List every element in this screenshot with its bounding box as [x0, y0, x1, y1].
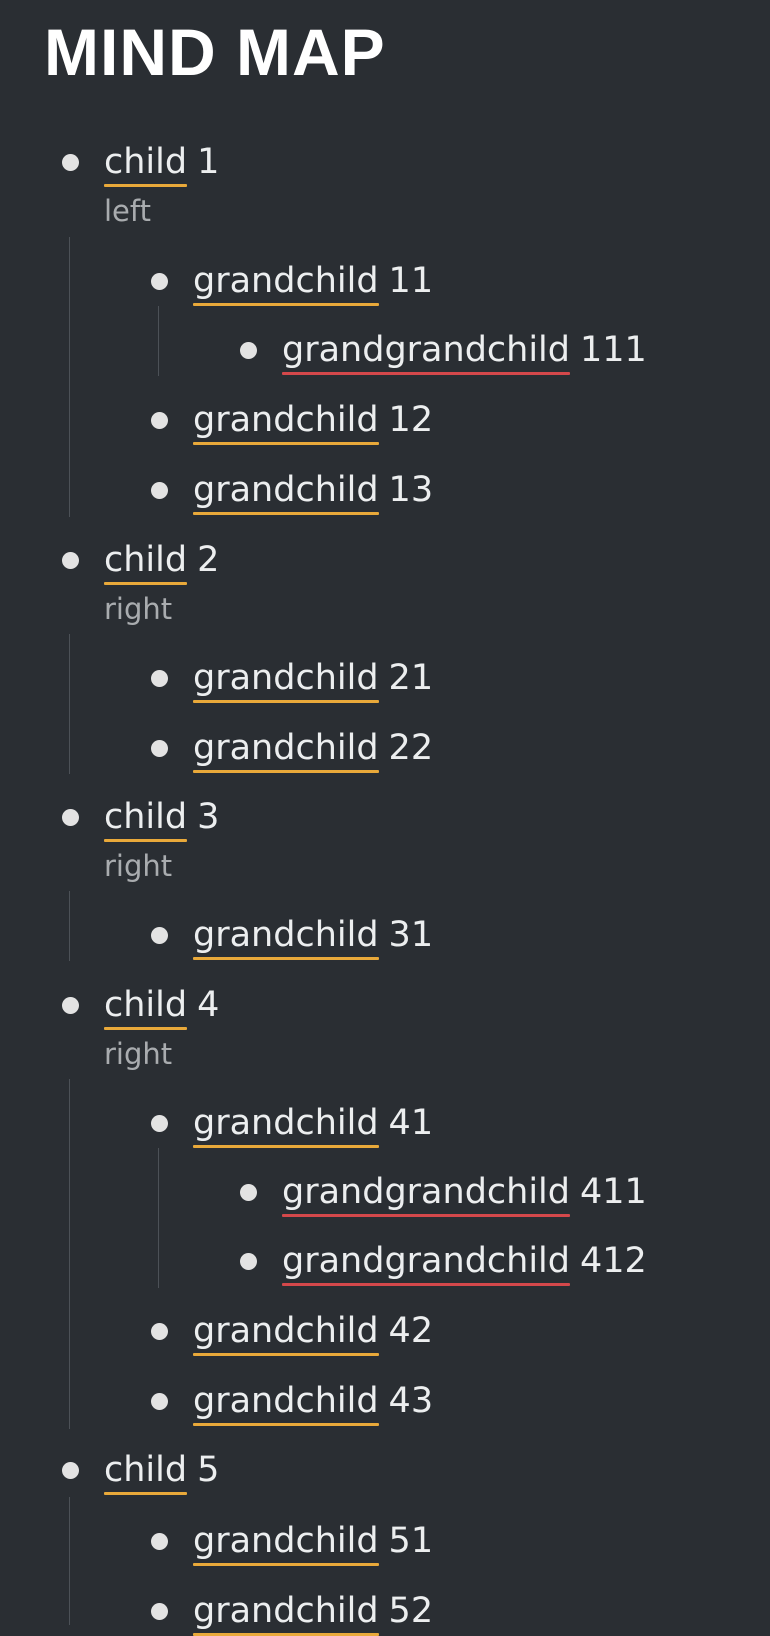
- node-number: 43: [388, 1381, 434, 1421]
- node-word: grandgrandchild: [282, 1168, 570, 1217]
- node-word: child: [104, 981, 188, 1030]
- tree-node[interactable]: child 1: [62, 138, 220, 187]
- node-number: 42: [388, 1311, 434, 1351]
- bullet-icon: [240, 1253, 257, 1270]
- tree-node[interactable]: grandchild 51: [151, 1517, 434, 1566]
- node-number: 411: [580, 1172, 647, 1212]
- tree-node[interactable]: grandchild 11: [151, 257, 434, 306]
- node-word: grandchild: [193, 911, 379, 960]
- bullet-icon: [151, 1393, 168, 1410]
- bullet-icon: [151, 1115, 168, 1132]
- tree-node[interactable]: child 2: [62, 536, 220, 585]
- tree-node[interactable]: grandchild 12: [151, 396, 434, 445]
- bullet-icon: [151, 670, 168, 687]
- node-word: grandgrandchild: [282, 1237, 570, 1286]
- bullet-icon: [62, 997, 79, 1014]
- tree-node[interactable]: grandchild 43: [151, 1377, 434, 1426]
- tree-node[interactable]: grandchild 21: [151, 654, 434, 703]
- guide-line-child-5: [69, 1497, 70, 1625]
- bullet-icon: [151, 412, 168, 429]
- node-word: grandchild: [193, 1377, 379, 1426]
- bullet-icon: [151, 1323, 168, 1340]
- node-number: 21: [388, 658, 434, 698]
- bullet-icon: [62, 809, 79, 826]
- bullet-icon: [151, 482, 168, 499]
- node-number: 3: [197, 797, 220, 837]
- node-word: grandchild: [193, 1099, 379, 1148]
- node-note: right: [104, 592, 173, 626]
- node-number: 22: [388, 728, 434, 768]
- guide-line-child-1: [69, 237, 70, 517]
- node-word: grandchild: [193, 1517, 379, 1566]
- tree-node[interactable]: grandchild 31: [151, 911, 434, 960]
- tree-node[interactable]: child 5: [62, 1446, 220, 1495]
- node-word: grandchild: [193, 1307, 379, 1356]
- bullet-icon: [62, 154, 79, 171]
- node-note: right: [104, 1037, 173, 1071]
- tree-node[interactable]: grandgrandchild 411: [240, 1168, 647, 1217]
- node-number: 5: [197, 1450, 220, 1490]
- bullet-icon: [151, 740, 168, 757]
- tree-node[interactable]: grandchild 52: [151, 1587, 434, 1636]
- node-number: 11: [388, 261, 434, 301]
- guide-line-grandchild-41: [158, 1148, 159, 1288]
- node-word: child: [104, 1446, 188, 1495]
- node-word: child: [104, 793, 188, 842]
- node-number: 412: [580, 1241, 647, 1281]
- node-word: grandchild: [193, 466, 379, 515]
- node-word: grandchild: [193, 654, 379, 703]
- node-number: 12: [388, 400, 434, 440]
- tree-node[interactable]: grandchild 41: [151, 1099, 434, 1148]
- guide-line-child-4: [69, 1079, 70, 1429]
- node-note: right: [104, 849, 173, 883]
- tree-node[interactable]: grandgrandchild 412: [240, 1237, 647, 1286]
- node-number: 13: [388, 470, 434, 510]
- node-word: grandchild: [193, 1587, 379, 1636]
- node-word: grandchild: [193, 257, 379, 306]
- bullet-icon: [151, 1533, 168, 1550]
- node-number: 2: [197, 540, 220, 580]
- node-number: 1: [197, 142, 220, 182]
- node-note: left: [104, 194, 151, 228]
- tree-node[interactable]: child 3: [62, 793, 220, 842]
- node-word: child: [104, 536, 188, 585]
- node-number: 52: [388, 1591, 434, 1631]
- bullet-icon: [240, 1184, 257, 1201]
- node-number: 31: [388, 915, 434, 955]
- bullet-icon: [151, 273, 168, 290]
- node-number: 4: [197, 985, 220, 1025]
- node-number: 41: [388, 1103, 434, 1143]
- node-number: 111: [580, 330, 647, 370]
- node-word: grandchild: [193, 724, 379, 773]
- node-number: 51: [388, 1521, 434, 1561]
- bullet-icon: [62, 552, 79, 569]
- mind-map-page: MIND MAP child 1 left grandchild 11 grandg…: [0, 0, 770, 1636]
- guide-line-grandchild-11: [158, 306, 159, 376]
- tree-node[interactable]: grandchild 22: [151, 724, 434, 773]
- guide-line-child-3: [69, 891, 70, 961]
- tree-node[interactable]: grandchild 42: [151, 1307, 434, 1356]
- bullet-icon: [151, 927, 168, 944]
- bullet-icon: [151, 1603, 168, 1620]
- tree-node[interactable]: grandchild 13: [151, 466, 434, 515]
- tree-node[interactable]: grandgrandchild 111: [240, 326, 647, 375]
- guide-line-child-2: [69, 634, 70, 774]
- bullet-icon: [62, 1462, 79, 1479]
- node-word: child: [104, 138, 188, 187]
- bullet-icon: [240, 342, 257, 359]
- node-word: grandgrandchild: [282, 326, 570, 375]
- node-word: grandchild: [193, 396, 379, 445]
- page-title: MIND MAP: [44, 15, 386, 89]
- tree-node[interactable]: child 4: [62, 981, 220, 1030]
